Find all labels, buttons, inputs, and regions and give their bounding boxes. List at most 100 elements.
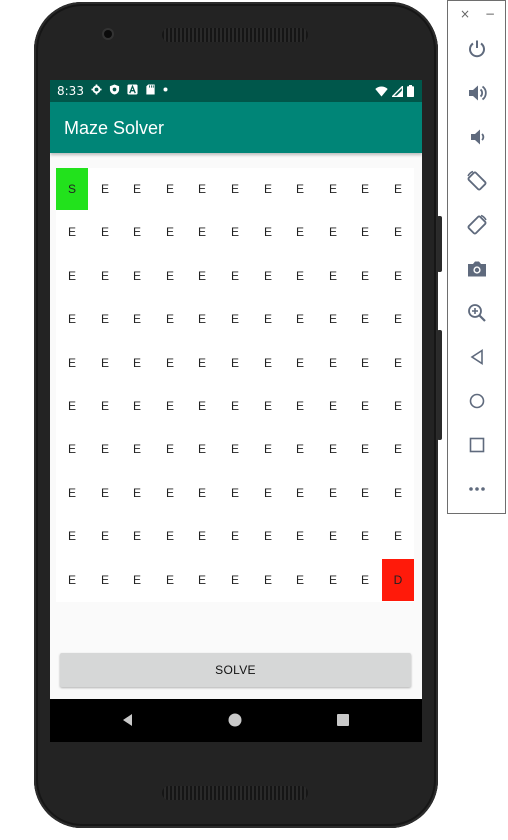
maze-cell[interactable]: E: [349, 472, 381, 514]
maze-cell[interactable]: E: [219, 298, 251, 340]
maze-cell[interactable]: E: [154, 428, 186, 470]
maze-cell[interactable]: E: [317, 472, 349, 514]
maze-cell[interactable]: E: [56, 385, 88, 427]
maze-cell[interactable]: E: [56, 472, 88, 514]
maze-cell[interactable]: E: [56, 428, 88, 470]
maze-cell[interactable]: E: [186, 255, 218, 297]
maze-cell[interactable]: E: [219, 559, 251, 601]
maze-cell[interactable]: E: [154, 472, 186, 514]
maze-cell[interactable]: E: [252, 559, 284, 601]
maze-cell[interactable]: E: [284, 559, 316, 601]
maze-cell[interactable]: E: [284, 211, 316, 253]
rotate-right-icon[interactable]: [466, 214, 488, 236]
maze-cell[interactable]: E: [284, 428, 316, 470]
maze-cell[interactable]: E: [154, 515, 186, 557]
maze-cell[interactable]: E: [186, 472, 218, 514]
home-icon[interactable]: [466, 390, 488, 412]
rotate-left-icon[interactable]: [466, 170, 488, 192]
maze-cell[interactable]: E: [252, 255, 284, 297]
maze-cell[interactable]: E: [317, 428, 349, 470]
maze-cell[interactable]: E: [382, 168, 414, 210]
minimize-icon[interactable]: −: [485, 7, 495, 21]
maze-cell[interactable]: E: [89, 211, 121, 253]
maze-cell[interactable]: E: [56, 211, 88, 253]
maze-cell[interactable]: E: [89, 428, 121, 470]
home-icon[interactable]: [227, 712, 243, 728]
maze-cell[interactable]: E: [186, 298, 218, 340]
maze-cell[interactable]: E: [252, 472, 284, 514]
solve-button[interactable]: SOLVE: [60, 653, 411, 687]
camera-icon[interactable]: [466, 258, 488, 280]
recents-icon[interactable]: [335, 712, 351, 728]
maze-cell[interactable]: E: [186, 515, 218, 557]
maze-cell[interactable]: E: [317, 298, 349, 340]
overview-icon[interactable]: [466, 434, 488, 456]
maze-cell[interactable]: E: [89, 559, 121, 601]
maze-cell[interactable]: E: [382, 428, 414, 470]
maze-cell[interactable]: E: [349, 211, 381, 253]
maze-cell[interactable]: E: [121, 385, 153, 427]
maze-cell[interactable]: E: [89, 298, 121, 340]
maze-cell[interactable]: E: [284, 168, 316, 210]
maze-cell[interactable]: E: [56, 559, 88, 601]
zoom-icon[interactable]: [466, 302, 488, 324]
maze-cell[interactable]: E: [252, 298, 284, 340]
maze-cell[interactable]: E: [317, 385, 349, 427]
maze-cell[interactable]: E: [89, 385, 121, 427]
maze-cell[interactable]: E: [121, 168, 153, 210]
maze-cell[interactable]: E: [382, 472, 414, 514]
maze-cell[interactable]: E: [56, 255, 88, 297]
maze-cell[interactable]: E: [317, 255, 349, 297]
maze-cell[interactable]: E: [89, 472, 121, 514]
close-icon[interactable]: ×: [460, 7, 470, 21]
maze-cell[interactable]: E: [186, 211, 218, 253]
maze-cell[interactable]: E: [219, 428, 251, 470]
maze-cell[interactable]: E: [186, 385, 218, 427]
maze-cell[interactable]: E: [382, 211, 414, 253]
maze-cell[interactable]: E: [219, 168, 251, 210]
maze-cell[interactable]: E: [284, 298, 316, 340]
maze-cell[interactable]: E: [219, 472, 251, 514]
maze-cell[interactable]: E: [382, 515, 414, 557]
power-icon[interactable]: [466, 38, 488, 60]
maze-start-cell[interactable]: S: [56, 168, 88, 210]
maze-cell[interactable]: E: [121, 342, 153, 384]
maze-cell[interactable]: E: [219, 385, 251, 427]
maze-cell[interactable]: E: [186, 428, 218, 470]
maze-cell[interactable]: E: [252, 385, 284, 427]
maze-cell[interactable]: E: [56, 342, 88, 384]
maze-cell[interactable]: E: [56, 298, 88, 340]
maze-cell[interactable]: E: [349, 559, 381, 601]
maze-cell[interactable]: E: [382, 385, 414, 427]
maze-cell[interactable]: E: [219, 255, 251, 297]
maze-cell[interactable]: E: [219, 515, 251, 557]
maze-cell[interactable]: E: [219, 211, 251, 253]
maze-cell[interactable]: E: [154, 298, 186, 340]
maze-cell[interactable]: E: [382, 255, 414, 297]
maze-cell[interactable]: E: [89, 168, 121, 210]
maze-cell[interactable]: E: [121, 472, 153, 514]
maze-cell[interactable]: E: [317, 515, 349, 557]
maze-cell[interactable]: E: [284, 385, 316, 427]
maze-cell[interactable]: E: [186, 559, 218, 601]
maze-cell[interactable]: E: [219, 342, 251, 384]
maze-cell[interactable]: E: [154, 385, 186, 427]
maze-cell[interactable]: E: [121, 559, 153, 601]
maze-cell[interactable]: E: [284, 472, 316, 514]
maze-cell[interactable]: E: [56, 515, 88, 557]
maze-cell[interactable]: E: [349, 342, 381, 384]
maze-cell[interactable]: E: [121, 255, 153, 297]
maze-cell[interactable]: E: [186, 168, 218, 210]
maze-cell[interactable]: E: [382, 342, 414, 384]
maze-cell[interactable]: E: [252, 342, 284, 384]
maze-cell[interactable]: E: [317, 559, 349, 601]
maze-cell[interactable]: E: [349, 515, 381, 557]
maze-destination-cell[interactable]: D: [382, 559, 414, 601]
maze-cell[interactable]: E: [317, 168, 349, 210]
maze-cell[interactable]: E: [317, 342, 349, 384]
maze-cell[interactable]: E: [284, 255, 316, 297]
maze-cell[interactable]: E: [349, 168, 381, 210]
volume-down-icon[interactable]: [466, 126, 488, 148]
maze-cell[interactable]: E: [252, 211, 284, 253]
maze-cell[interactable]: E: [89, 515, 121, 557]
